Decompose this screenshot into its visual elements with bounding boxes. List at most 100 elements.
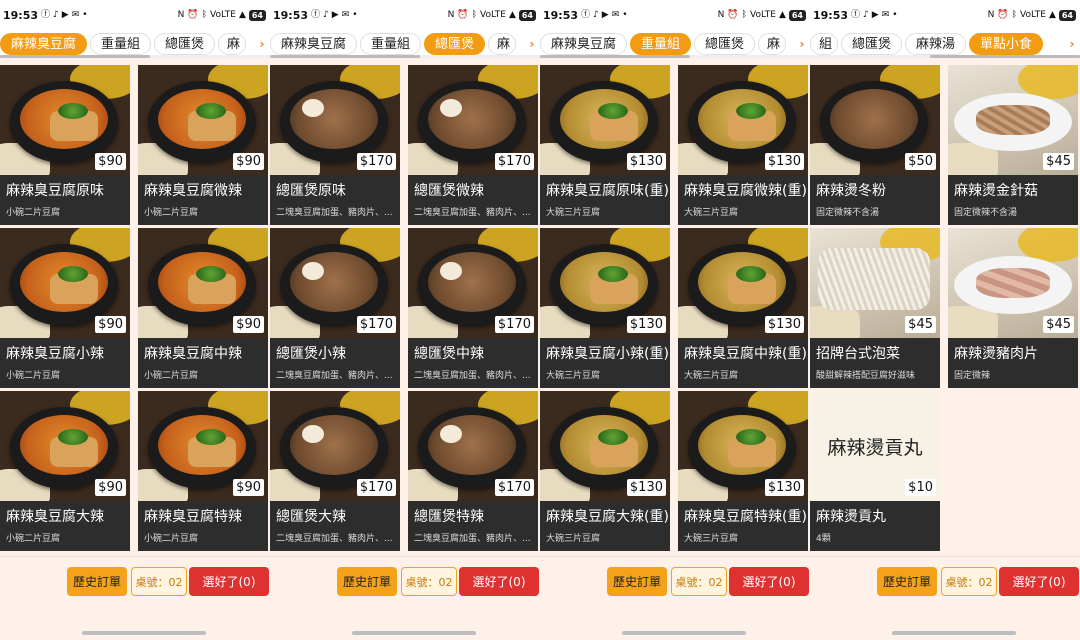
menu-item-card[interactable]: $170 總匯煲大辣 二塊臭豆腐加蛋、豬肉片、... [270,391,400,551]
menu-item-card[interactable]: $170 總匯煲小辣 二塊臭豆腐加蛋、豬肉片、... [270,228,400,388]
status-bar: 19:53 ⓕ ♪ ▶ ✉ • N ⏰ ᛒ VoLTE ▲ 64 [810,0,1080,30]
menu-item-card[interactable]: $130 麻辣臭豆腐中辣(重) 大碗三片豆腐 [678,228,808,388]
chevron-right-icon[interactable]: › [794,30,810,58]
checkout-button[interactable]: 選好了(0) [189,567,269,596]
table-number-badge: 桌號：02 [131,567,187,596]
tab-category[interactable]: 總匯煲 [424,33,486,55]
tab-scroll-thumb[interactable] [540,55,690,58]
menu-item-card[interactable]: $170 總匯煲中辣 二塊臭豆腐加蛋、豬肉片、... [408,228,538,388]
chevron-right-icon[interactable]: › [524,30,540,58]
item-description: 二塊臭豆腐加蛋、豬肉片、... [414,371,531,381]
gesture-home-bar[interactable] [892,631,1016,635]
menu-item-card[interactable]: $130 麻辣臭豆腐特辣(重) 大碗三片豆腐 [678,391,808,551]
mail-icon: ✉ [881,9,890,20]
tab-category[interactable]: 總匯煲 [154,33,216,55]
menu-item-card[interactable]: $170 總匯煲特辣 二塊臭豆腐加蛋、豬肉片、... [408,391,538,551]
item-description: 二塊臭豆腐加蛋、豬肉片、... [414,208,531,218]
menu-item-card[interactable]: $45 麻辣燙金針菇 固定微辣不含湯 [948,65,1078,225]
menu-item-card[interactable]: $90 麻辣臭豆腐小辣 小碗二片豆腐 [0,228,130,388]
item-description: 固定微辣 [954,371,991,381]
gesture-home-bar[interactable] [352,631,476,635]
youtube-icon: ▶ [871,9,879,20]
item-name: 麻辣臭豆腐原味(重) [546,183,669,199]
menu-item-card[interactable]: $170 總匯煲微辣 二塊臭豆腐加蛋、豬肉片、... [408,65,538,225]
tab-category[interactable]: 麻辣臭豆腐 [270,33,358,55]
tab-scroll-thumb[interactable] [270,55,420,58]
checkout-button[interactable]: 選好了(0) [729,567,809,596]
item-description: 大碗三片豆腐 [684,534,739,544]
menu-item-card[interactable]: $90 麻辣臭豆腐大辣 小碗二片豆腐 [0,391,130,551]
item-name: 麻辣燙冬粉 [816,183,886,199]
tab-category[interactable]: 麻 [218,33,247,55]
status-left-icons: 19:53 ⓕ ♪ ▶ ✉ • [813,9,898,22]
tab-category[interactable]: 麻辣臭豆腐 [0,33,88,55]
item-description: 大碗三片豆腐 [684,208,739,218]
menu-item-card[interactable]: $130 麻辣臭豆腐原味(重) 大碗三片豆腐 [540,65,670,225]
menu-item-card[interactable]: $130 麻辣臭豆腐微辣(重) 大碗三片豆腐 [678,65,808,225]
tab-scroll-thumb[interactable] [0,55,150,58]
item-price: $170 [494,153,534,170]
menu-item-card[interactable]: $170 總匯煲原味 二塊臭豆腐加蛋、豬肉片、... [270,65,400,225]
item-name: 麻辣臭豆腐小辣(重) [546,346,669,362]
item-description: 4顆 [816,534,831,544]
screenshot-grid: 19:53 ⓕ ♪ ▶ ✉ • N ⏰ ᛒ VoLTE ▲ 64 麻辣臭豆腐 重量組 總匯煲麻 › $90 麻辣臭… [0,0,1080,640]
signal-icon: ▲ [508,9,516,20]
order-history-button[interactable]: 歷史訂單 [67,567,127,596]
menu-item-card[interactable]: $45 麻辣燙豬肉片 固定微辣 [948,228,1078,388]
checkout-button[interactable]: 選好了(0) [999,567,1079,596]
facebook-icon: ⓕ [41,9,51,20]
item-name: 麻辣臭豆腐小辣 [6,346,104,362]
tab-scrollbar[interactable] [810,55,1080,58]
tab-category[interactable]: 總匯煲 [841,33,903,55]
tab-category[interactable]: 組 [810,33,838,55]
tab-scroll-thumb[interactable] [930,55,1080,58]
order-history-button[interactable]: 歷史訂單 [877,567,937,596]
item-price: $90 [95,479,126,496]
menu-item-card[interactable]: $50 麻辣燙冬粉 固定微辣不含湯 [810,65,940,225]
item-name: 麻辣臭豆腐大辣(重) [546,509,669,525]
chevron-right-icon[interactable]: › [254,30,270,58]
tab-category[interactable]: 麻 [488,33,517,55]
menu-item-card[interactable]: $45 招牌台式泡菜 酸甜解辣搭配豆腐好滋味 [810,228,940,388]
tab-category[interactable]: 麻辣湯 [905,33,967,55]
gesture-home-bar[interactable] [82,631,206,635]
item-price: $130 [764,153,804,170]
chevron-right-icon[interactable]: › [1064,30,1080,58]
item-price: $10 [905,479,936,496]
item-description: 二塊臭豆腐加蛋、豬肉片、... [276,208,393,218]
tab-category[interactable]: 總匯煲 [694,33,756,55]
tab-scrollbar[interactable] [540,55,810,58]
tab-category[interactable]: 麻辣臭豆腐 [540,33,628,55]
order-history-button[interactable]: 歷史訂單 [607,567,667,596]
status-left-icons: 19:53 ⓕ ♪ ▶ ✉ • [273,9,358,22]
item-name: 招牌台式泡菜 [816,346,900,362]
tab-category[interactable]: 重量組 [90,33,152,55]
menu-item-card[interactable]: $130 麻辣臭豆腐小辣(重) 大碗三片豆腐 [540,228,670,388]
menu-item-card[interactable]: $130 麻辣臭豆腐大辣(重) 大碗三片豆腐 [540,391,670,551]
signal-icon: ▲ [778,9,786,20]
status-time: 19:53 [273,8,309,22]
item-name: 麻辣燙貢丸 [816,509,886,525]
facebook-icon: ⓕ [311,9,321,20]
tiktok-icon: ♪ [593,9,599,20]
tab-scrollbar[interactable] [270,55,540,58]
tab-category[interactable]: 單點小食 [969,33,1044,55]
gesture-home-bar[interactable] [622,631,746,635]
status-right-icons: N ⏰ ᛒ VoLTE ▲ 64 [178,9,266,21]
item-price: $90 [95,316,126,333]
menu-item-card[interactable]: $90 麻辣臭豆腐微辣 小碗二片豆腐 [138,65,268,225]
tab-category[interactable]: 麻 [758,33,787,55]
tab-category[interactable]: 重量組 [360,33,422,55]
tab-scrollbar[interactable] [0,55,270,58]
item-price: $170 [356,479,396,496]
menu-item-card[interactable]: $90 麻辣臭豆腐特辣 小碗二片豆腐 [138,391,268,551]
screen-panel-1: 19:53 ⓕ ♪ ▶ ✉ • N ⏰ ᛒ VoLTE ▲ 64 麻辣臭豆腐 重量組 總匯煲麻 › $90 麻辣臭… [0,0,270,640]
item-price: $170 [494,479,534,496]
order-history-button[interactable]: 歷史訂單 [337,567,397,596]
checkout-button[interactable]: 選好了(0) [459,567,539,596]
tab-category[interactable]: 重量組 [630,33,692,55]
item-description: 小碗二片豆腐 [6,534,61,544]
menu-item-card[interactable]: $90 麻辣臭豆腐原味 小碗二片豆腐 [0,65,130,225]
menu-item-card[interactable]: 麻辣燙貢丸 $10 麻辣燙貢丸 4顆 [810,391,940,551]
menu-item-card[interactable]: $90 麻辣臭豆腐中辣 小碗二片豆腐 [138,228,268,388]
